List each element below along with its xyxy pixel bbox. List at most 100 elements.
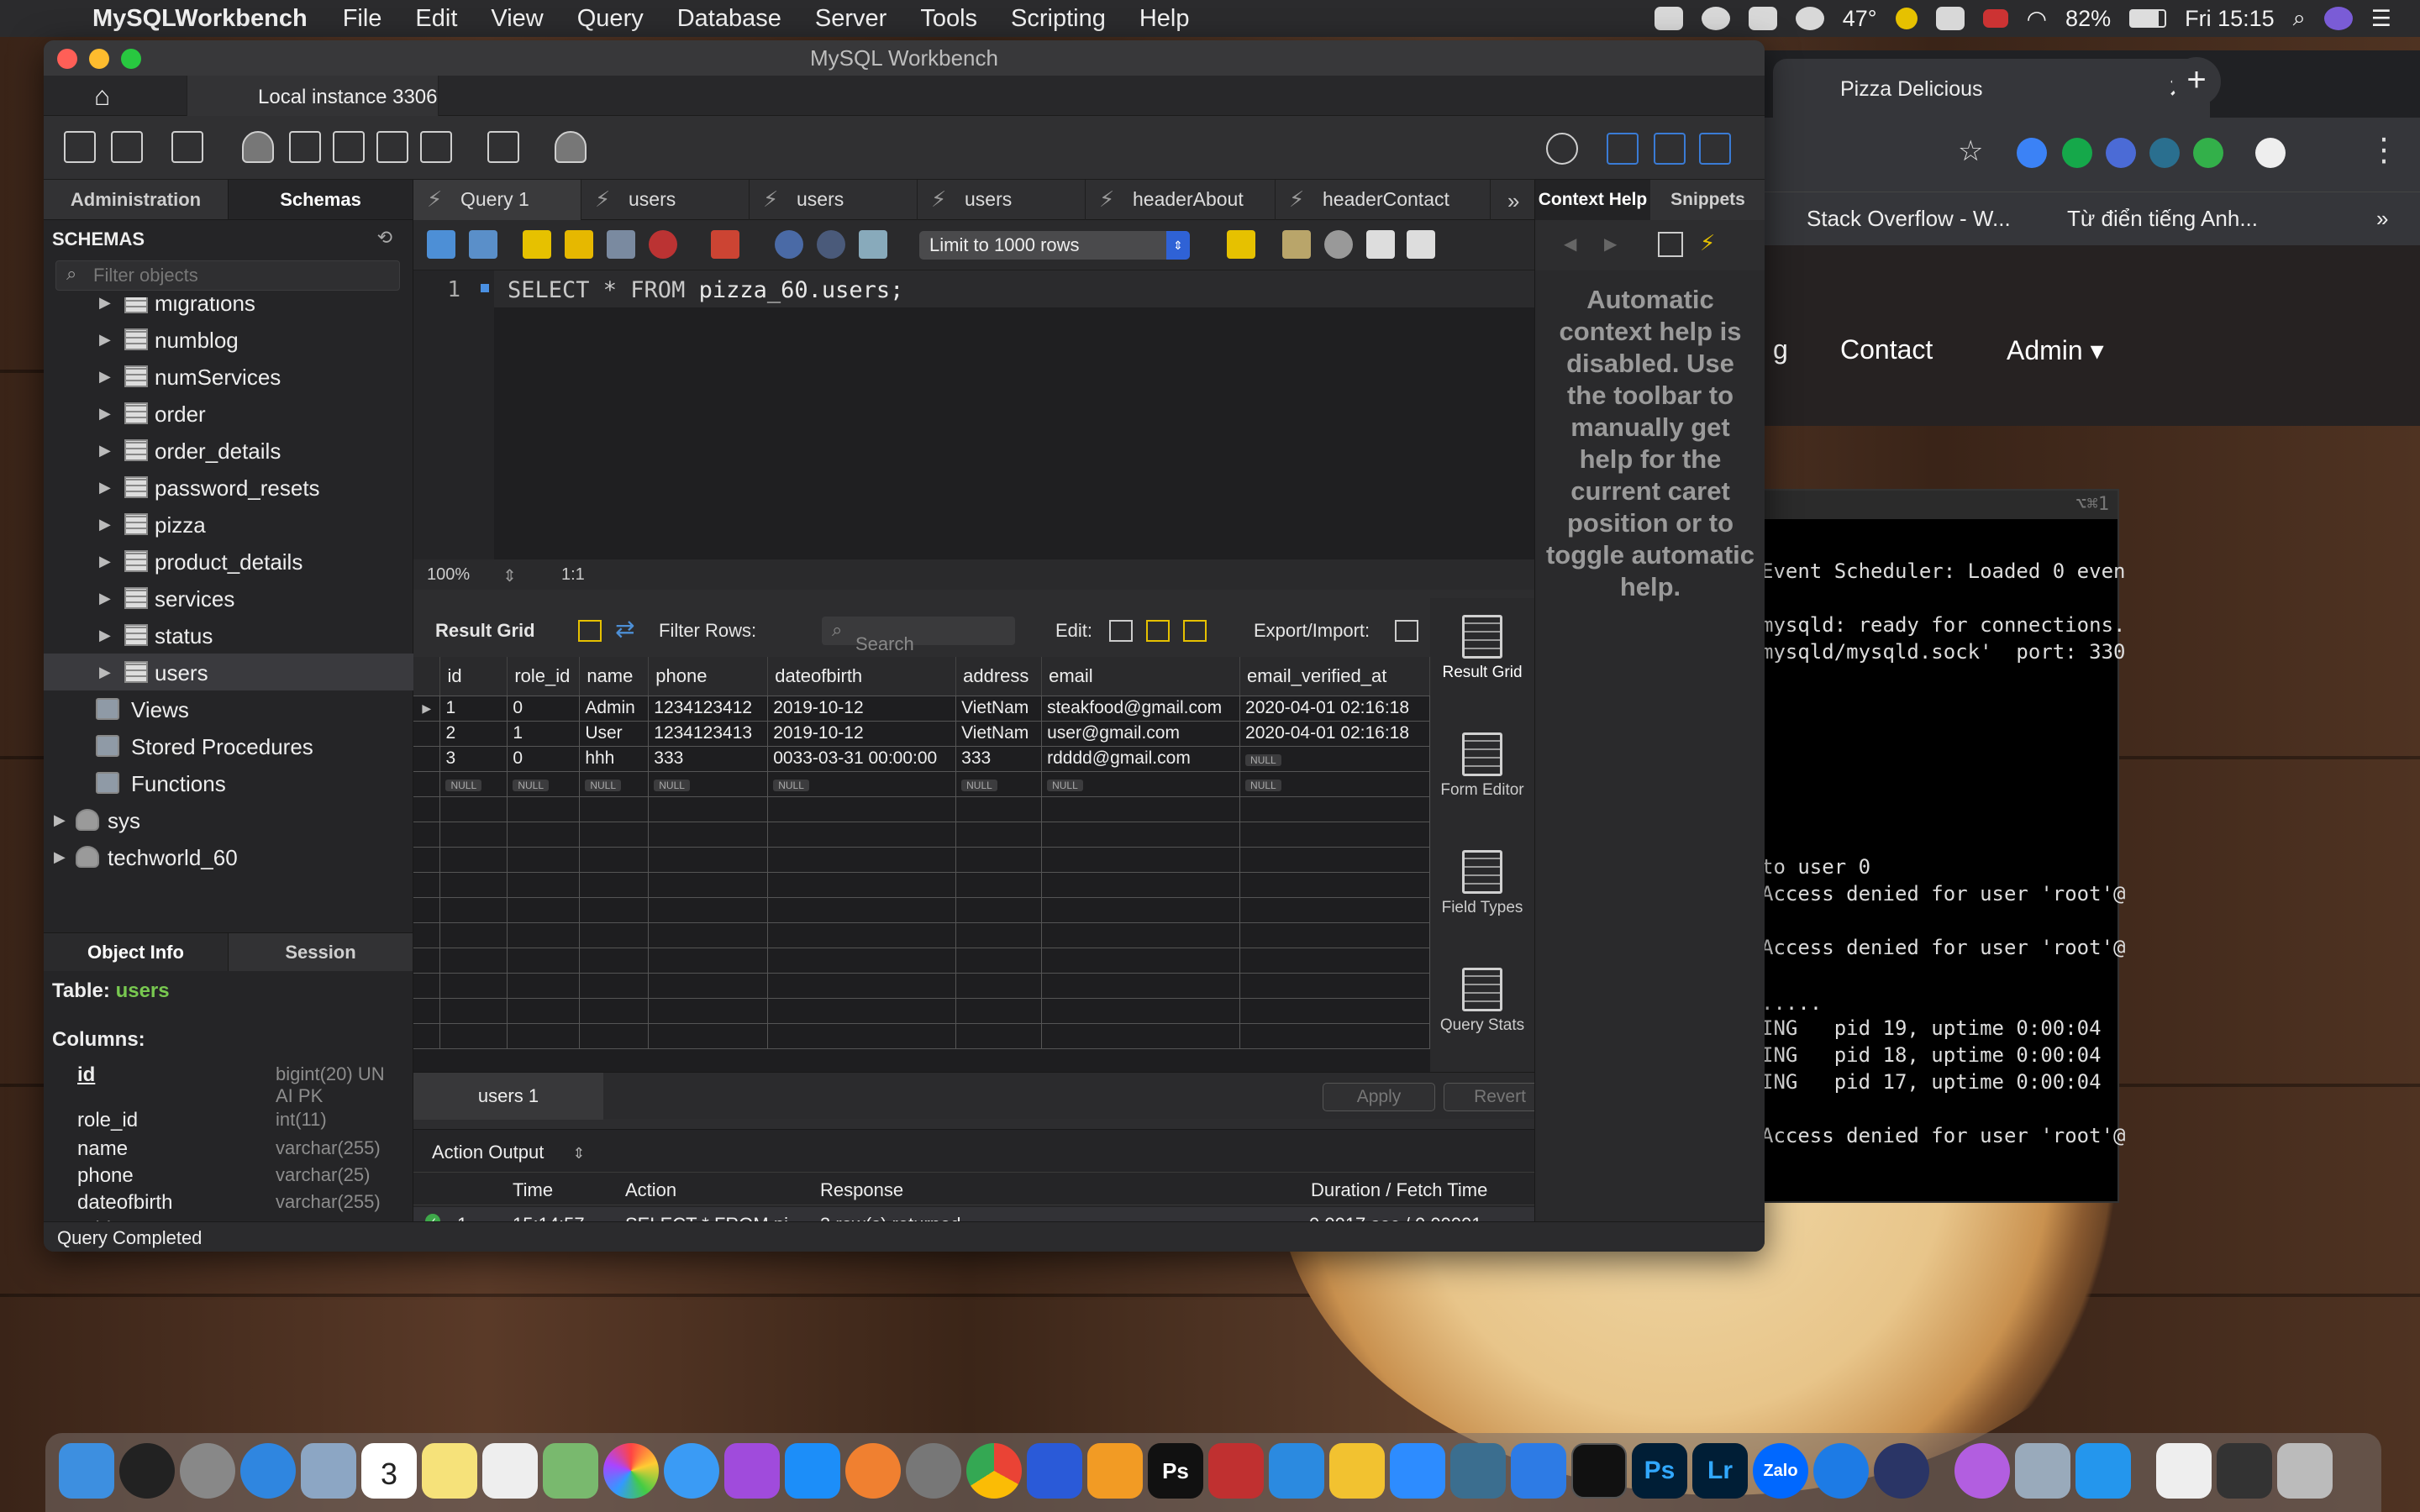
docker-icon[interactable] (2075, 1443, 2131, 1499)
table-row[interactable]: 2 1 User 1234123413 2019-10-12 VietNam u… (413, 721, 1430, 747)
create-procedure-icon[interactable] (376, 131, 408, 163)
filter-rows-input[interactable]: ⌕ Search (822, 617, 1015, 654)
grid-cell-null[interactable]: NULL (439, 771, 508, 797)
grid-cell[interactable]: user@gmail.com (1041, 721, 1241, 747)
calendar-icon[interactable]: 3 (361, 1443, 417, 1499)
column-header-phone[interactable]: phone (648, 657, 769, 696)
tree-item-pizza[interactable]: ▶ pizza (44, 506, 413, 543)
tree-item-techworld-60[interactable]: ▶ techworld_60 (44, 838, 413, 875)
sql-editor[interactable]: 1 SELECT * FROM pizza_60.users; (413, 270, 1534, 559)
open-sql-script-icon[interactable] (111, 131, 143, 163)
flower-app-icon[interactable] (1954, 1443, 2010, 1499)
result-grid[interactable]: id role_id name phone dateofbirth addres… (413, 657, 1430, 1072)
battery-icon[interactable] (2129, 9, 2167, 28)
books-icon[interactable] (1087, 1443, 1143, 1499)
tab-session[interactable]: Session (229, 933, 413, 971)
teamviewer-status-icon[interactable] (1701, 7, 1730, 30)
field-types-button[interactable]: Field Types (1430, 850, 1534, 917)
create-table-icon[interactable] (289, 131, 321, 163)
extension-icon[interactable] (2149, 138, 2180, 168)
extension-shield-icon[interactable] (2193, 138, 2223, 168)
result-grid-view-button[interactable]: Result Grid (1430, 615, 1534, 682)
notification-center-icon[interactable]: ☰ (2371, 6, 2391, 32)
new-tab-button[interactable]: + (2172, 57, 2221, 106)
lightroom-icon[interactable]: Lr (1692, 1443, 1748, 1499)
tree-item-sys[interactable]: ▶ sys (44, 801, 413, 838)
grid-cell-null[interactable]: NULL (955, 771, 1043, 797)
trash-icon[interactable] (2277, 1443, 2333, 1499)
terminal-icon[interactable] (1571, 1443, 1627, 1499)
finder-icon[interactable] (59, 1443, 114, 1499)
menu-file[interactable]: File (343, 5, 382, 33)
document-stack-icon[interactable] (2156, 1443, 2212, 1499)
tree-item-numservices[interactable]: ▶ numServices (44, 358, 413, 395)
tree-item-services[interactable]: ▶ services (44, 580, 413, 617)
delete-row-icon[interactable] (1183, 620, 1207, 642)
column-header-dateofbirth[interactable]: dateofbirth (767, 657, 957, 696)
column-header-email-verified-at[interactable]: email_verified_at (1239, 657, 1430, 696)
zoom-icon[interactable] (1390, 1443, 1445, 1499)
tab-object-info[interactable]: Object Info (44, 933, 229, 971)
tree-item-migrations[interactable]: ▶ migrations (44, 297, 413, 321)
grid-cell[interactable]: VietNam (955, 696, 1043, 722)
query-tab-headercontact[interactable]: ⚡ headerContact (1276, 180, 1491, 220)
menu-database[interactable]: Database (677, 5, 781, 33)
settings-gear-icon[interactable] (1546, 133, 1578, 165)
filter-objects-input[interactable]: ⌕ Filter objects (55, 260, 400, 291)
evernote-status-icon[interactable] (1748, 7, 1777, 30)
weather-temp[interactable]: 47° (1843, 6, 1877, 32)
save-icon[interactable] (469, 230, 497, 259)
tree-item-order-details[interactable]: ▶ order_details (44, 432, 413, 469)
clock[interactable]: Fri 15:15 (2185, 6, 2275, 32)
grid-cell[interactable]: User (579, 721, 650, 747)
beautify-icon[interactable] (1282, 230, 1311, 259)
query-tab-users[interactable]: ⚡ users (581, 180, 750, 220)
wifi-icon[interactable]: ◠ (2027, 5, 2047, 33)
grid-cell[interactable]: 2019-10-12 (767, 721, 957, 747)
sublime-icon[interactable] (845, 1443, 901, 1499)
grid-cell-null[interactable]: NULL (579, 771, 650, 797)
messages-icon[interactable] (664, 1443, 719, 1499)
tab-context-help[interactable]: Context Help (1535, 180, 1650, 220)
chrome-tab-pizza-delicious[interactable]: Pizza Delicious ✕ (1773, 59, 2210, 118)
profile-avatar[interactable] (2255, 138, 2286, 168)
bookmark-stackoverflow[interactable]: Stack Overflow - W... (1807, 206, 2011, 232)
tab-schemas[interactable]: Schemas (229, 180, 413, 219)
query-tab-query-1[interactable]: ⚡ Query 1 (413, 180, 581, 220)
menu-help[interactable]: Help (1139, 5, 1190, 33)
output-col-duration[interactable]: Duration / Fetch Time (1311, 1179, 1487, 1201)
toggle-continue-on-error-icon[interactable] (711, 230, 739, 259)
menu-scripting[interactable]: Scripting (1011, 5, 1106, 33)
battery-percent[interactable]: 82% (2065, 6, 2111, 32)
toggle-output-icon[interactable] (1654, 133, 1686, 165)
find-icon[interactable] (1324, 230, 1353, 259)
query-tab-users[interactable]: ⚡ users (750, 180, 918, 220)
podcasts-icon[interactable] (724, 1443, 780, 1499)
docker-status-icon[interactable] (1654, 7, 1683, 30)
photoshop-icon[interactable]: Ps (1632, 1443, 1687, 1499)
tree-item-password-resets[interactable]: ▶ password_resets (44, 469, 413, 506)
table-row-new[interactable]: NULL NULL NULL NULL NULL NULL NULL NULL (413, 771, 1430, 797)
zoom-window-button[interactable] (121, 49, 141, 69)
inspector-icon[interactable] (171, 131, 203, 163)
stop-icon[interactable] (649, 230, 677, 259)
grid-cell[interactable]: 1 (439, 696, 508, 722)
edit-row-icon[interactable] (1109, 620, 1133, 642)
reconnect-icon[interactable] (555, 131, 587, 163)
execute-all-icon[interactable] (523, 230, 551, 259)
output-col-response[interactable]: Response (820, 1179, 903, 1201)
manual-help-icon[interactable] (1658, 232, 1683, 257)
query-tab-users[interactable]: ⚡ users (918, 180, 1086, 220)
preview-icon[interactable] (301, 1443, 356, 1499)
search-table-data-icon[interactable] (487, 131, 519, 163)
grid-cell-null[interactable]: NULL (1041, 771, 1241, 797)
tab-snippets[interactable]: Snippets (1650, 180, 1765, 220)
close-window-button[interactable] (57, 49, 77, 69)
column-header-id[interactable]: id (439, 657, 508, 696)
add-snippet-star-icon[interactable] (1227, 230, 1255, 259)
output-type-select[interactable]: Action Output ⇕ (413, 1130, 1534, 1172)
teamviewer-icon[interactable] (1813, 1443, 1869, 1499)
column-header-email[interactable]: email (1041, 657, 1241, 696)
query-tab-headerabout[interactable]: ⚡ headerAbout (1086, 180, 1276, 220)
grid-cell[interactable]: 333 (648, 746, 769, 772)
